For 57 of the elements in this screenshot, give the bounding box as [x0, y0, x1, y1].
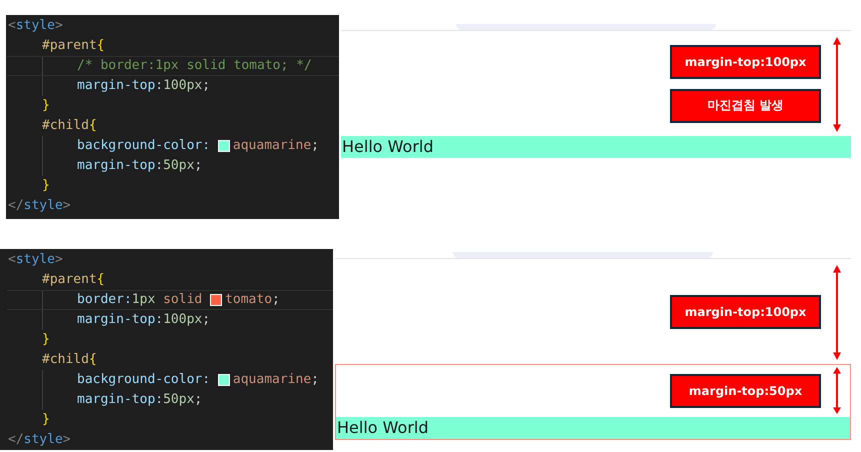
code-token: /* border:1px solid tomato; */ — [77, 57, 312, 75]
code-token: aquamarine — [232, 137, 312, 155]
code-token: style — [16, 251, 55, 269]
code-token: } — [42, 331, 50, 349]
code-token: 1px — [132, 291, 156, 309]
code-token: < — [8, 251, 16, 269]
code-token: background-color: — [77, 137, 212, 155]
code-token: ; — [311, 137, 319, 155]
code-token: solid — [163, 291, 204, 309]
code-token: border: — [77, 291, 132, 309]
code-token: ; — [311, 371, 319, 389]
code-token: > — [54, 251, 63, 269]
code-token: 100px — [163, 311, 202, 329]
code-token: } — [42, 177, 50, 195]
code-token: < — [8, 17, 16, 35]
code-token: } — [42, 97, 50, 115]
double-arrow-icon — [832, 37, 842, 132]
code-token: 100px — [163, 77, 202, 95]
code-token: aquamarine — [232, 371, 312, 389]
code-token: #child — [42, 351, 89, 369]
code-token: #parent — [42, 271, 97, 289]
annotation-label: margin-top:100px — [670, 294, 821, 328]
annotation-label: 마진겹침 발생 — [670, 88, 821, 122]
annotation-label: margin-top:50px — [670, 374, 821, 408]
code-token: tomato — [225, 291, 272, 309]
code-token: style — [24, 197, 63, 215]
code-token: </ — [8, 197, 24, 215]
code-token: background-color: — [77, 371, 212, 389]
code-token: style — [16, 17, 55, 35]
code-token: { — [88, 351, 97, 369]
code-token: ; — [202, 77, 210, 95]
code-token: { — [88, 117, 97, 135]
code-token: ; — [202, 311, 210, 329]
hello-world-bar: Hello World — [341, 136, 851, 158]
annotation-label: margin-top:100px — [670, 44, 821, 78]
code-token: #child — [42, 117, 89, 135]
code-token: </ — [8, 431, 24, 449]
code-token: > — [54, 17, 63, 35]
code-token: ; — [194, 391, 202, 409]
code-token: ; — [272, 291, 280, 309]
code-token: margin-top: — [77, 157, 164, 175]
double-arrow-icon — [832, 367, 842, 414]
code-token: > — [62, 431, 71, 449]
code-token: margin-top: — [77, 391, 164, 409]
code-token: ; — [194, 157, 202, 175]
code-token: > — [62, 197, 71, 215]
code-token: { — [96, 37, 105, 55]
code-token: 50px — [163, 157, 194, 175]
code-token: { — [96, 271, 105, 289]
code-token: 50px — [163, 391, 194, 409]
code-token: style — [24, 431, 63, 449]
double-arrow-icon — [832, 265, 842, 360]
code-token: #parent — [42, 37, 97, 55]
code-token: } — [42, 411, 50, 429]
hello-world-bar: Hello World — [336, 417, 850, 439]
code-token: margin-top: — [77, 77, 164, 95]
code-token: margin-top: — [77, 311, 164, 329]
